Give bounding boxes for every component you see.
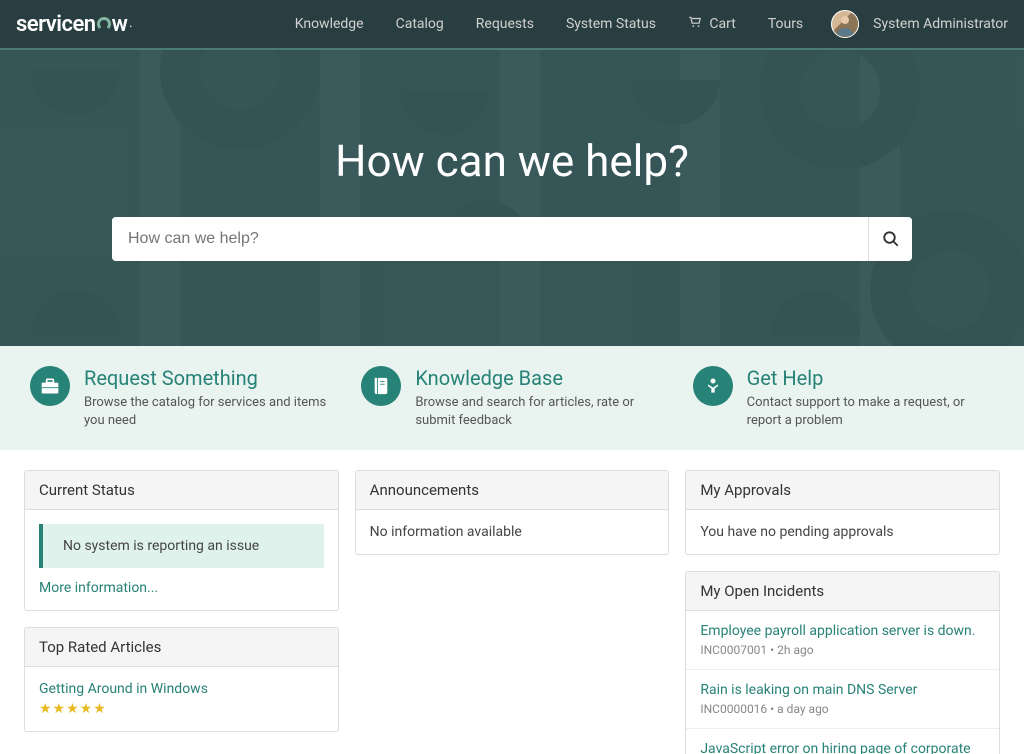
search-bar	[112, 217, 912, 261]
panel-header: Top Rated Articles	[25, 628, 338, 667]
top-nav: Knowledge Catalog Requests System Status…	[281, 8, 1008, 40]
panel-body-text: You have no pending approvals	[686, 510, 999, 554]
quick-link-knowledge[interactable]: Knowledge Base Browse and search for art…	[361, 366, 662, 430]
logo-dot: .	[129, 19, 131, 30]
incident-item: JavaScript error on hiring page of corpo…	[686, 729, 999, 754]
nav-catalog[interactable]: Catalog	[382, 8, 458, 40]
hero-title: How can we help?	[335, 135, 689, 187]
quick-link-desc: Contact support to make a request, or re…	[747, 394, 994, 430]
quick-link-help[interactable]: Get Help Contact support to make a reque…	[693, 366, 994, 430]
nav-knowledge[interactable]: Knowledge	[281, 8, 378, 40]
brand-logo[interactable]: servicen w.	[16, 12, 132, 37]
incident-meta: INC0000016 • a day ago	[700, 702, 985, 716]
nav-tours[interactable]: Tours	[754, 8, 817, 40]
panel-top-rated: Top Rated Articles Getting Around in Win…	[24, 627, 339, 732]
nav-cart[interactable]: Cart	[674, 8, 750, 40]
person-icon	[693, 366, 733, 406]
panel-body-text: No information available	[356, 510, 669, 554]
incident-link[interactable]: Rain is leaking on main DNS Server	[700, 682, 985, 698]
panel-header: My Open Incidents	[686, 572, 999, 611]
nav-cart-label: Cart	[709, 16, 735, 32]
panel-announcements: Announcements No information available	[355, 470, 670, 555]
panel-my-approvals: My Approvals You have no pending approva…	[685, 470, 1000, 555]
quick-link-title: Knowledge Base	[415, 366, 662, 390]
more-info-link[interactable]: More information...	[39, 580, 158, 596]
status-message: No system is reporting an issue	[39, 524, 324, 568]
logo-text-pre: servicen	[16, 12, 96, 37]
book-icon	[361, 366, 401, 406]
quick-link-desc: Browse the catalog for services and item…	[84, 394, 331, 430]
quick-link-desc: Browse and search for articles, rate or …	[415, 394, 662, 430]
star-rating-icon: ★★★★★	[39, 701, 324, 717]
hero-pattern	[0, 50, 1024, 346]
article-link[interactable]: Getting Around in Windows	[39, 681, 324, 697]
logo-text-post: w	[112, 12, 128, 37]
nav-system-status[interactable]: System Status	[552, 8, 670, 40]
panel-header: Current Status	[25, 471, 338, 510]
quick-link-title: Get Help	[747, 366, 994, 390]
search-icon	[882, 230, 900, 248]
panel-open-incidents: My Open Incidents Employee payroll appli…	[685, 571, 1000, 754]
incident-link[interactable]: Employee payroll application server is d…	[700, 623, 985, 639]
briefcase-icon	[30, 366, 70, 406]
cart-icon	[688, 16, 705, 32]
avatar[interactable]	[831, 10, 859, 38]
quick-link-request[interactable]: Request Something Browse the catalog for…	[30, 366, 331, 430]
panel-current-status: Current Status No system is reporting an…	[24, 470, 339, 611]
incident-item: Employee payroll application server is d…	[686, 611, 999, 670]
search-input[interactable]	[112, 217, 868, 261]
quick-link-title: Request Something	[84, 366, 331, 390]
hero: How can we help?	[0, 50, 1024, 346]
content-grid: Current Status No system is reporting an…	[0, 450, 1024, 754]
incident-link[interactable]: JavaScript error on hiring page of corpo…	[700, 741, 985, 754]
panel-header: My Approvals	[686, 471, 999, 510]
panel-header: Announcements	[356, 471, 669, 510]
top-header: servicen w. Knowledge Catalog Requests Sy…	[0, 0, 1024, 50]
incident-meta: INC0007001 • 2h ago	[700, 643, 985, 657]
incident-item: Rain is leaking on main DNS Server INC000…	[686, 670, 999, 729]
user-name[interactable]: System Administrator	[873, 16, 1008, 32]
search-button[interactable]	[868, 217, 912, 261]
quick-links: Request Something Browse the catalog for…	[0, 346, 1024, 450]
nav-requests[interactable]: Requests	[462, 8, 548, 40]
logo-o-icon	[97, 17, 111, 31]
